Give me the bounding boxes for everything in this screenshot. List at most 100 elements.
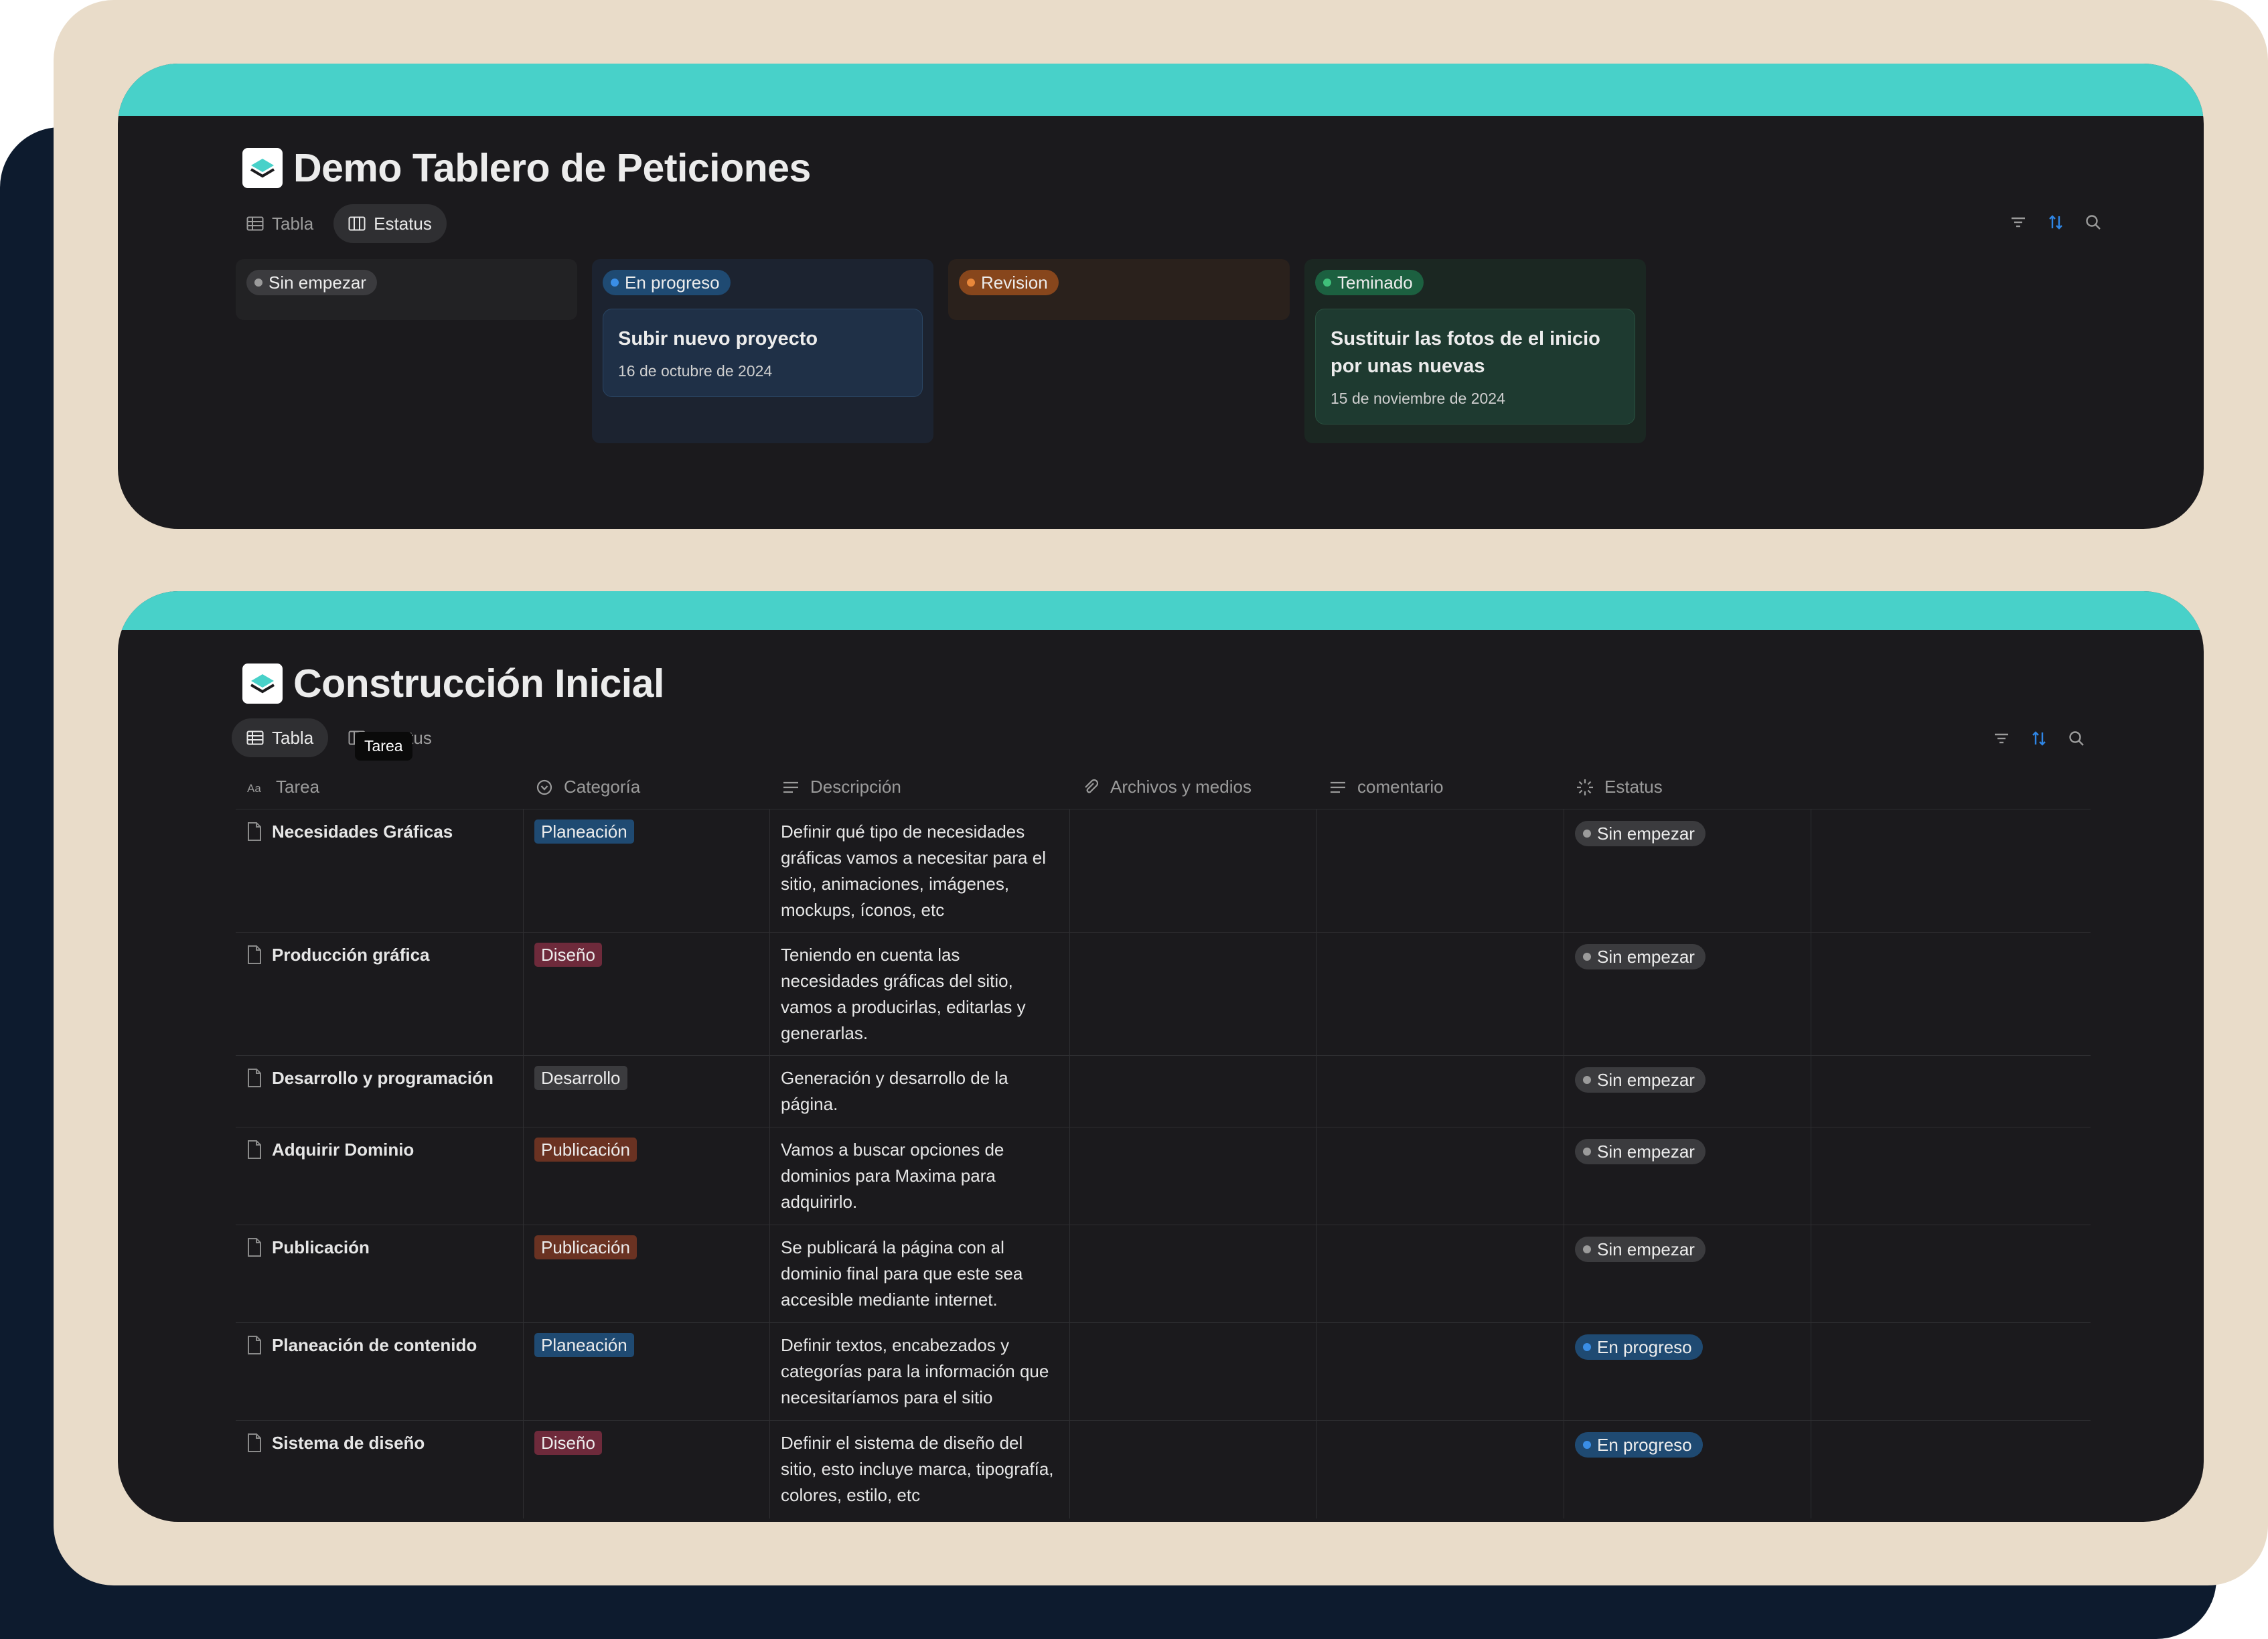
page-icon [248,822,261,841]
files-cell[interactable] [1070,1225,1317,1322]
comment-cell[interactable] [1317,1056,1564,1127]
svg-text:Aa: Aa [247,782,261,795]
category-tag: Planeación [534,1333,634,1357]
description-cell[interactable]: Se publicará la página con al dominio fi… [770,1225,1070,1322]
view-tabs: Tabla Estatus [232,718,447,757]
board-icon [348,216,366,231]
task-name[interactable]: Adquirir Dominio [272,1137,414,1163]
tab-tabla[interactable]: Tabla [232,718,329,757]
files-cell[interactable] [1070,1421,1317,1518]
tab-tabla[interactable]: Tabla [232,204,328,243]
description-cell[interactable]: Teniendo en cuenta las necesidades gráfi… [770,933,1070,1055]
column-header-tarea[interactable]: Aa Tarea [236,774,524,800]
column-header-archivos[interactable]: Archivos y medios [1070,774,1317,800]
status-pill[interactable]: En progreso [1575,1334,1703,1360]
description-cell[interactable]: Generación y desarrollo de la página. [770,1056,1070,1127]
page-title: Demo Tablero de Peticiones [293,146,811,190]
page-icon [248,1140,261,1159]
table-row[interactable]: Necesidades Gráficas Planeación Definir … [236,809,2091,933]
tab-estatus[interactable]: Estatus [333,204,447,243]
status-pill[interactable]: Sin empezar [1575,1139,1706,1164]
description-cell[interactable]: Vamos a buscar opciones de dominios para… [770,1127,1070,1225]
page-icon [248,1069,261,1087]
files-cell[interactable] [1070,809,1317,932]
select-property-icon [536,779,552,795]
table-icon [246,730,264,745]
tab-label: Estatus [374,213,432,234]
category-tag: Publicación [534,1138,637,1162]
status-pill[interactable]: Sin empezar [1575,1237,1706,1262]
page-icon [248,1336,261,1354]
column-header-categoria[interactable]: Categoría [524,774,770,800]
task-name[interactable]: Necesidades Gráficas [272,819,453,845]
table-row[interactable]: Producción gráfica Diseño Teniendo en cu… [236,933,2091,1056]
table-row[interactable]: Adquirir Dominio Publicación Vamos a bus… [236,1127,2091,1225]
paperclip-icon [1085,779,1099,793]
task-name[interactable]: Sistema de diseño [272,1430,425,1456]
table-row[interactable]: Planeación de contenido Planeación Defin… [236,1323,2091,1421]
task-name[interactable]: Planeación de contenido [272,1332,477,1358]
category-tag: Diseño [534,1431,602,1455]
board: Sin empezar En progreso Subir nuevo proy… [236,259,1646,443]
files-cell[interactable] [1070,1323,1317,1420]
page-header: Demo Tablero de Peticiones [242,145,811,191]
sort-icon[interactable] [2029,728,2049,749]
page-icon [248,945,261,964]
category-tag: Diseño [534,943,602,967]
comment-cell[interactable] [1317,1127,1564,1225]
card-title: Subir nuevo proyecto [618,328,818,349]
table-row[interactable]: Desarrollo y programación Desarrollo Gen… [236,1056,2091,1127]
status-pill[interactable]: Sin empezar [1575,944,1706,969]
category-tag: Desarrollo [534,1066,627,1090]
comment-cell[interactable] [1317,809,1564,932]
comment-cell[interactable] [1317,1421,1564,1518]
status-pill: Sin empezar [246,270,377,295]
search-icon[interactable] [2083,212,2103,232]
status-pill[interactable]: En progreso [1575,1432,1703,1458]
text-property-icon [1331,781,1345,793]
comment-cell[interactable] [1317,1323,1564,1420]
search-icon[interactable] [2066,728,2087,749]
card-date: 16 de octubre de 2024 [618,362,773,380]
stack-logo-icon[interactable] [242,148,283,188]
comment-cell[interactable] [1317,1225,1564,1322]
page-icon [248,1433,261,1452]
column-header-estatus[interactable]: Estatus [1564,774,1811,800]
column-header-comentario[interactable]: comentario [1317,774,1564,800]
board-card[interactable]: Sustituir las fotos de el inicio por una… [1315,309,1635,424]
filter-icon[interactable] [2008,212,2028,232]
status-pill: Teminado [1315,270,1424,295]
stack-logo-icon[interactable] [242,664,283,704]
board-card[interactable]: Subir nuevo proyecto 16 de octubre de 20… [603,309,923,397]
page-cover [118,591,2204,630]
filter-icon[interactable] [1991,728,2012,749]
board-column-teminado: Teminado Sustituir las fotos de el inici… [1304,259,1646,443]
board-page-panel: Demo Tablero de Peticiones Tabla Estatus… [118,64,2204,529]
status-pill[interactable]: Sin empezar [1575,1067,1706,1093]
description-cell[interactable]: Definir qué tipo de necesidades gráficas… [770,809,1070,932]
files-cell[interactable] [1070,1127,1317,1225]
column-header-descripcion[interactable]: Descripción [770,774,1070,800]
page-icon [248,1238,261,1257]
table-header-row: Aa Tarea Categoría Descripción Archivos … [236,765,2091,809]
task-name[interactable]: Desarrollo y programación [272,1065,494,1091]
board-column-en-progreso: En progreso Subir nuevo proyecto 16 de o… [592,259,933,443]
view-toolbar [2008,212,2103,232]
description-cell[interactable]: Definir el sistema de diseño del sitio, … [770,1421,1070,1518]
description-cell[interactable]: Definir textos, encabezados y categorías… [770,1323,1070,1420]
card-date: 15 de noviembre de 2024 [1331,390,1505,407]
status-pill: En progreso [603,270,731,295]
task-name[interactable]: Publicación [272,1235,370,1261]
task-name[interactable]: Producción gráfica [272,942,430,968]
tooltip: Tarea [355,732,412,761]
table-row[interactable]: Sistema de diseño Diseño Definir el sist… [236,1421,2091,1518]
files-cell[interactable] [1070,933,1317,1055]
status-pill[interactable]: Sin empezar [1575,821,1706,846]
card-title: Sustituir las fotos de el inicio por una… [1331,328,1600,377]
category-tag: Publicación [534,1235,637,1259]
table-row[interactable]: Publicación Publicación Se publicará la … [236,1225,2091,1323]
comment-cell[interactable] [1317,933,1564,1055]
tab-label: Tabla [272,213,314,234]
sort-icon[interactable] [2046,212,2066,232]
files-cell[interactable] [1070,1056,1317,1127]
